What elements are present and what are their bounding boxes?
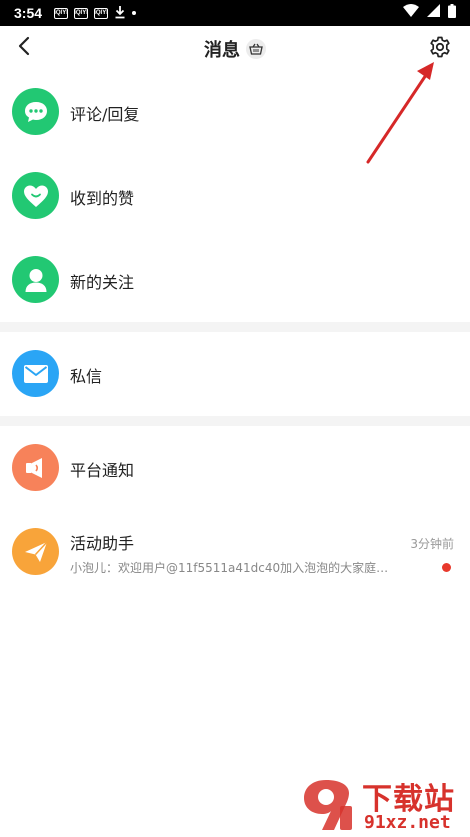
settings-button[interactable] [426,35,454,63]
title-group: 消息 [204,36,266,62]
list-item-label: 收到的赞 [70,189,135,208]
paper-plane-icon [12,528,59,575]
page-title: 消息 [204,40,240,61]
site-watermark: 下载站 91xz.net [296,772,468,836]
gear-icon [428,35,452,63]
iqiyi-app-icon: iQIYI [74,7,89,19]
status-bar: 3:54 iQIYI iQIYI iQIYI [0,0,470,26]
wifi-icon [403,4,419,22]
battery-icon [448,3,456,23]
more-notifications-dot-icon [132,11,137,15]
chevron-left-icon [17,36,31,60]
basket-icon [249,40,263,59]
unread-badge [442,563,451,572]
envelope-icon [12,350,59,397]
message-timestamp: 3分钟前 [410,537,454,551]
heart-icon [12,172,59,219]
iqiyi-app-icon: iQIYI [94,7,109,19]
list-item-label: 活动助手 [70,534,135,553]
status-time: 3:54 [14,5,43,21]
section-divider [0,416,470,426]
basket-button[interactable] [246,39,266,59]
list-item-likes[interactable]: 收到的赞 [0,172,470,220]
list-item-label: 私信 [70,367,103,386]
person-icon [12,256,59,303]
section-divider [0,322,470,332]
status-system-icons [403,3,456,23]
signal-icon [427,4,440,22]
iqiyi-app-icon: iQIYI [54,7,69,19]
list-item-label: 新的关注 [70,273,135,292]
status-notification-icons: iQIYI iQIYI iQIYI [54,5,137,22]
watermark-logo [304,780,352,830]
header-bar: 消息 [0,26,470,72]
download-icon [114,5,126,22]
comment-icon [12,88,59,135]
megaphone-icon [12,444,59,491]
list-item-private-messages[interactable]: 私信 [0,350,470,398]
list-item-followers[interactable]: 新的关注 [0,256,470,304]
message-preview: 小泡儿：欢迎用户@11f5511a41dc40加入泡泡的大家庭，… [70,561,400,575]
list-item-label: 平台通知 [70,461,135,480]
list-item-label: 评论/回复 [70,105,140,124]
list-item-platform-notice[interactable]: 平台通知 [0,444,470,492]
list-item-comments[interactable]: 评论/回复 [0,88,470,136]
back-button[interactable] [8,32,40,64]
watermark-url: 91xz.net [364,812,451,833]
